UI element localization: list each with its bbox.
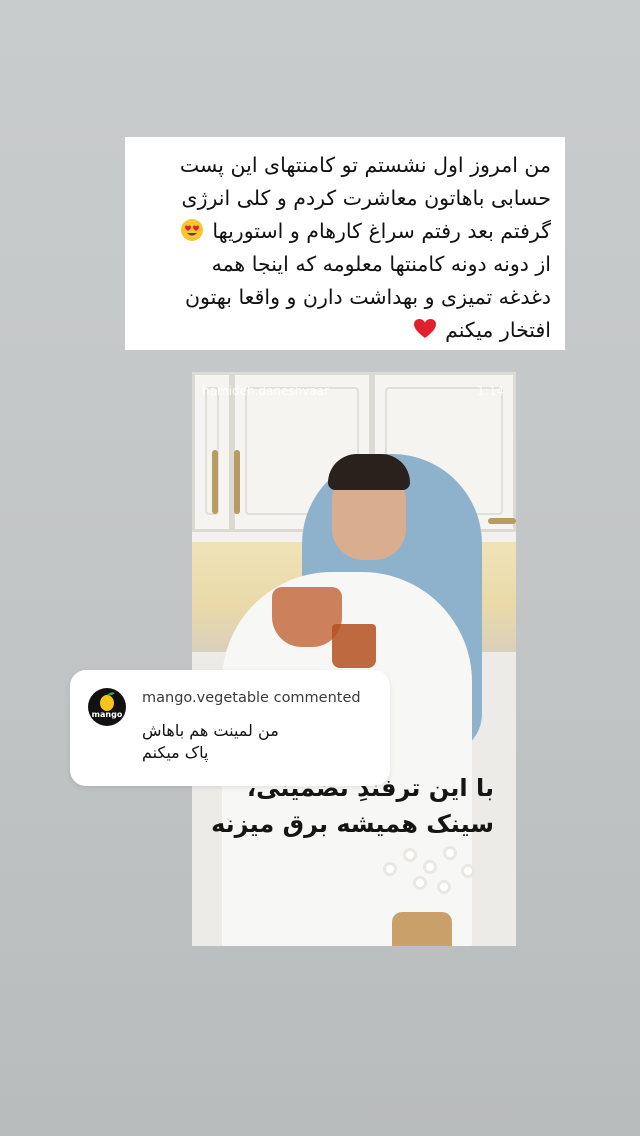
- heart-eyes-emoji-icon: [180, 219, 203, 241]
- comment-sticker[interactable]: mango mango.vegetable commented من لمینت…: [70, 670, 390, 786]
- tea-cup: [332, 624, 376, 668]
- caption-line-2: حسابی باهاتون معاشرت کردم و کلی انرژی: [181, 186, 551, 210]
- story-caption: من امروز اول نشستم تو کامنتهای این پست ح…: [125, 137, 565, 350]
- avatar[interactable]: mango: [88, 688, 126, 726]
- cabinet-handle: [234, 450, 240, 514]
- cabinet-handle: [488, 518, 516, 524]
- flower-bouquet: [377, 842, 487, 912]
- comment-line-1: من لمینت هم باهاش: [142, 721, 279, 740]
- comment-line-2: پاک میکنم: [142, 743, 209, 762]
- comment-body: من لمینت هم باهاش پاک میکنم: [142, 720, 279, 764]
- caption-line-3-text: گرفتم بعد رفتم سراغ کارهام و استوریها: [212, 219, 551, 243]
- mango-logo-icon: [100, 692, 115, 711]
- shared-video-card[interactable]: hamideh.daneshvaar 1:14 با این ترفندِ تض…: [192, 372, 516, 946]
- hair: [328, 454, 410, 490]
- avatar-label: mango: [91, 710, 123, 719]
- caption-line-6: افتخار میکنم: [139, 314, 551, 347]
- caption-line-1: من امروز اول نشستم تو کامنتهای این پست: [179, 153, 551, 177]
- caption-line-5: دغدغه تمیزی و بهداشت دارن و واقعا بهتون: [184, 285, 551, 309]
- caption-line-4: از دونه دونه کامنتها معلومه که اینجا همه: [211, 252, 551, 276]
- overlay-line-2: سینک همیشه برق میزنه: [211, 810, 494, 838]
- vase: [392, 912, 452, 946]
- caption-line-6-text: افتخار میکنم: [445, 318, 551, 342]
- video-username[interactable]: hamideh.daneshvaar: [202, 384, 329, 398]
- caption-line-3: گرفتم بعد رفتم سراغ کارهام و استوریها: [139, 215, 551, 248]
- red-heart-icon: [413, 319, 436, 338]
- video-duration: 1:14: [477, 384, 504, 398]
- comment-header[interactable]: mango.vegetable commented: [142, 690, 361, 706]
- cabinet-handle: [212, 450, 218, 514]
